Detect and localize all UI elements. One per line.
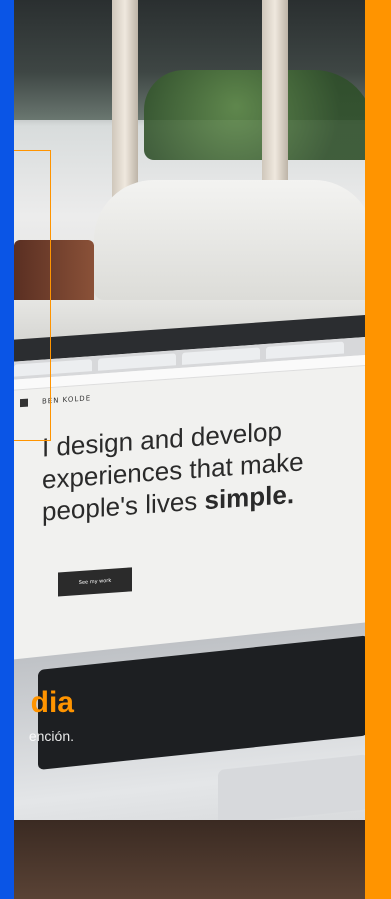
left-blue-strip: [0, 0, 14, 899]
laptop-screen: BEN KOLDE I design and develop experienc…: [14, 336, 365, 662]
wooden-table: [14, 820, 365, 899]
office-plant: [144, 70, 365, 160]
office-sofa: [94, 180, 365, 300]
headline-line-3-bold: simple.: [204, 478, 295, 516]
laptop: BEN KOLDE I design and develop experienc…: [14, 314, 365, 899]
slide-title: dia: [14, 688, 74, 718]
site-headline: I design and develop experiences that ma…: [42, 409, 362, 527]
see-my-work-button: See my work: [58, 567, 132, 597]
office-scene: [14, 0, 365, 360]
right-orange-panel: [365, 0, 391, 899]
slide-title-text: dia: [30, 686, 74, 719]
slide-frame-outline: [14, 150, 51, 441]
hero-photo: BEN KOLDE I design and develop experienc…: [14, 0, 365, 899]
slide-subtitle: ención.: [14, 728, 74, 744]
page: BEN KOLDE I design and develop experienc…: [0, 0, 391, 899]
slide-subtitle-text: ención.: [28, 728, 74, 744]
